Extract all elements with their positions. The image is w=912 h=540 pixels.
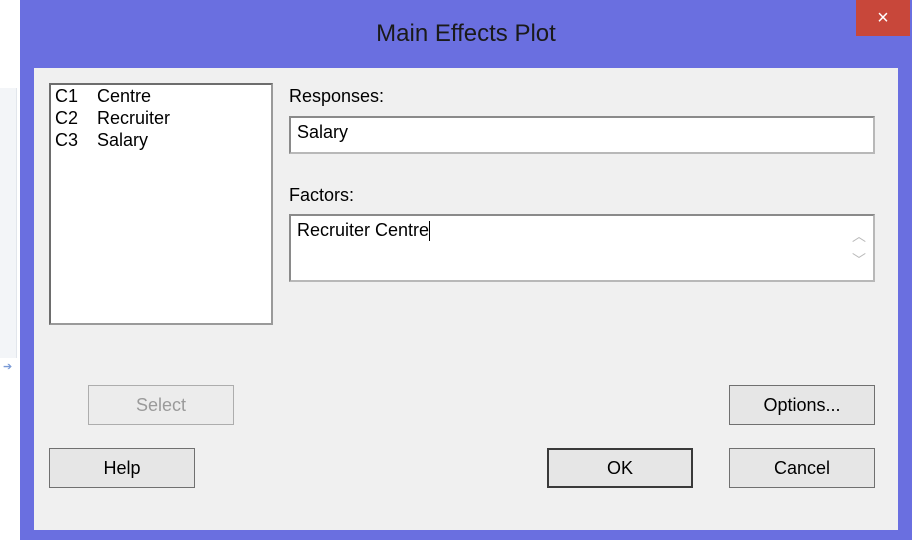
select-button[interactable]: Select (88, 385, 234, 425)
factors-value: Recruiter Centre (297, 220, 430, 240)
column-id: C1 (55, 85, 79, 106)
close-icon: × (877, 6, 889, 29)
text-caret (429, 221, 431, 242)
factors-field[interactable]: Recruiter Centre ︿ ﹀ (289, 214, 875, 282)
column-id: C3 (55, 129, 79, 150)
ok-button[interactable]: OK (547, 448, 693, 488)
help-button[interactable]: Help (49, 448, 195, 488)
dialog-client-area: C1 Centre C2 Recruiter C3 Salary Respons… (34, 68, 898, 530)
column-name: Salary (97, 129, 149, 150)
factors-label: Factors: (289, 185, 355, 205)
columns-listbox[interactable]: C1 Centre C2 Recruiter C3 Salary (49, 83, 273, 325)
close-button[interactable]: × (856, 0, 910, 36)
scroll-down-icon[interactable]: ﹀ (852, 250, 866, 270)
list-item[interactable]: C2 Recruiter (51, 107, 271, 129)
responses-field[interactable]: Salary (289, 116, 875, 154)
titlebar[interactable]: Main Effects Plot × (20, 0, 912, 68)
cancel-button[interactable]: Cancel (729, 448, 875, 488)
background-arrow-icon: ➔ (3, 361, 13, 373)
background-window-edge (0, 88, 17, 358)
dialog-title: Main Effects Plot (376, 20, 556, 47)
column-id: C2 (55, 107, 79, 128)
column-name: Centre (97, 85, 152, 106)
list-item[interactable]: C1 Centre (51, 85, 271, 107)
list-item[interactable]: C3 Salary (51, 129, 271, 151)
responses-value: Salary (297, 122, 349, 142)
main-effects-plot-dialog: Main Effects Plot × C1 Centre C2 Recruit… (20, 0, 912, 540)
scroll-up-icon[interactable]: ︿ (852, 226, 866, 246)
column-name: Recruiter (97, 107, 171, 128)
factors-scrollbar[interactable]: ︿ ﹀ (845, 216, 873, 280)
options-button[interactable]: Options... (729, 385, 875, 425)
responses-label: Responses: (289, 86, 385, 106)
